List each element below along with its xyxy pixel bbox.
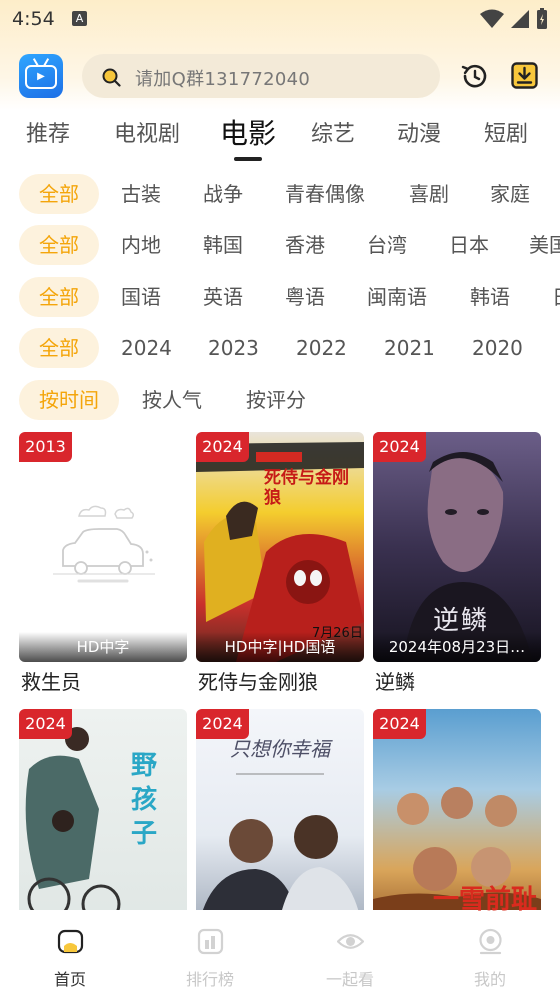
- poster-artwork: [25, 727, 121, 924]
- app-logo: ▶: [19, 54, 63, 98]
- filter-chip[interactable]: 青春偶像: [285, 174, 365, 214]
- tab-movie[interactable]: 电影: [220, 112, 276, 152]
- nav-label: 我的: [473, 970, 506, 989]
- nav-label: 排行榜: [185, 970, 234, 989]
- filter-row-year: 全部 2024 2023 2022 2021 2020: [0, 328, 560, 368]
- image-placeholder-icon: [53, 505, 155, 583]
- year-badge: 2024: [373, 709, 426, 739]
- status-time: 4:54: [12, 8, 55, 30]
- filter-chip[interactable]: 家庭: [490, 174, 530, 214]
- quality-caption: HD中字: [19, 632, 187, 662]
- filter-chip[interactable]: 全部: [19, 277, 99, 317]
- year-badge: 2024: [19, 709, 72, 739]
- tab-indicator: [234, 157, 262, 161]
- filter-chip[interactable]: 喜剧: [409, 174, 449, 214]
- tab-anime[interactable]: 动漫: [397, 116, 441, 148]
- nav-label: 一起看: [325, 970, 374, 989]
- wifi-icon: [480, 9, 504, 28]
- filter-chip[interactable]: 按时间: [19, 380, 119, 420]
- filter-chip[interactable]: 古装: [121, 174, 161, 214]
- year-badge: 2024: [196, 432, 249, 462]
- filter-chip[interactable]: 2022: [296, 328, 347, 368]
- category-tabs: 推荐 电视剧 电影 综艺 动漫 短剧: [0, 116, 560, 164]
- movie-poster[interactable]: 一雪前耻 2024: [373, 709, 541, 939]
- nav-item-ranking[interactable]: 排行榜: [140, 910, 280, 995]
- home-icon: [57, 929, 84, 954]
- filter-chip[interactable]: 英语: [203, 277, 243, 317]
- nav-item-mine[interactable]: 我的: [420, 910, 560, 995]
- filter-chip[interactable]: 国语: [121, 277, 161, 317]
- tab-tv-series[interactable]: 电视剧: [114, 116, 180, 148]
- filter-row-language: 全部 国语 英语 粤语 闽南语 韩语 日: [0, 277, 560, 317]
- filter-chip[interactable]: 闽南语: [367, 277, 427, 317]
- filter-chip[interactable]: 内地: [121, 225, 161, 265]
- history-icon[interactable]: [459, 61, 489, 91]
- year-badge: 2024: [196, 709, 249, 739]
- filter-chip[interactable]: 2023: [208, 328, 259, 368]
- movie-title[interactable]: 救生员: [21, 666, 81, 695]
- filter-chip[interactable]: 2020: [472, 328, 523, 368]
- status-bar: 4:54 A: [0, 0, 560, 38]
- search-input[interactable]: 请加Q群131772040: [135, 65, 310, 91]
- filter-chip[interactable]: 2024: [121, 328, 172, 368]
- movie-poster[interactable]: 野孩子 2024: [19, 709, 187, 939]
- profile-icon: [479, 928, 502, 955]
- filter-row-sort: 按时间 按人气 按评分: [0, 380, 560, 420]
- poster-title-text: 野孩子: [131, 751, 158, 849]
- movie-title[interactable]: 死侍与金刚狼: [198, 666, 318, 695]
- filter-chip[interactable]: 日: [552, 277, 560, 317]
- filter-row-region: 全部 内地 韩国 香港 台湾 日本 美国: [0, 225, 560, 265]
- filter-chip[interactable]: 台湾: [367, 225, 407, 265]
- movie-poster[interactable]: 死侍与金刚狼 7月26日 2024 HD中字|HD国语: [196, 432, 364, 662]
- poster-title-text: 死侍与金刚狼: [264, 468, 349, 508]
- movie-title[interactable]: 逆鳞: [375, 666, 415, 695]
- filter-chip[interactable]: 韩国: [203, 225, 243, 265]
- movie-poster[interactable]: 逆鳞 2024 2024年08月23日…: [373, 432, 541, 662]
- filter-chip[interactable]: 全部: [19, 328, 99, 368]
- nav-item-watch-together[interactable]: 一起看: [280, 910, 420, 995]
- filter-chip[interactable]: 日本: [449, 225, 489, 265]
- search-bar[interactable]: 请加Q群131772040: [82, 54, 440, 98]
- filter-chip[interactable]: 香港: [285, 225, 325, 265]
- tab-recommend[interactable]: 推荐: [26, 116, 70, 148]
- filter-chip[interactable]: 韩语: [470, 277, 510, 317]
- download-icon[interactable]: [511, 62, 538, 89]
- filter-chip[interactable]: 全部: [19, 174, 99, 214]
- filter-chip[interactable]: 战争: [203, 174, 243, 214]
- signal-icon: [511, 10, 529, 28]
- filter-chip[interactable]: 按评分: [246, 380, 306, 420]
- search-icon: [102, 68, 121, 87]
- ranking-icon: [197, 928, 224, 955]
- filter-row-genre: 全部 古装 战争 青春偶像 喜剧 家庭: [0, 174, 560, 214]
- tv-icon: ▶: [25, 65, 57, 89]
- filter-chip[interactable]: 全部: [19, 225, 99, 265]
- eye-icon: [337, 934, 364, 949]
- bottom-nav: 首页 排行榜 一起看 我的: [0, 910, 560, 995]
- filter-chip[interactable]: 按人气: [142, 380, 202, 420]
- quality-caption: HD中字|HD国语: [196, 632, 364, 662]
- movie-poster[interactable]: 只想你幸福 2024: [196, 709, 364, 939]
- battery-icon: [537, 8, 547, 29]
- tab-variety[interactable]: 综艺: [311, 116, 355, 148]
- status-icons: [480, 8, 548, 30]
- quality-caption: 2024年08月23日…: [373, 632, 541, 662]
- filter-chip[interactable]: 粤语: [285, 277, 325, 317]
- tab-short-drama[interactable]: 短剧: [484, 116, 528, 148]
- nav-item-home[interactable]: 首页: [0, 910, 140, 995]
- poster-title-text: 一雪前耻: [433, 885, 538, 915]
- filter-chip[interactable]: 美国: [529, 225, 560, 265]
- notification-icon: A: [72, 11, 87, 26]
- filter-chip[interactable]: 2021: [384, 328, 435, 368]
- year-badge: 2024: [373, 432, 426, 462]
- nav-label: 首页: [53, 970, 86, 989]
- movie-poster[interactable]: 2013 HD中字: [19, 432, 187, 662]
- year-badge: 2013: [19, 432, 72, 462]
